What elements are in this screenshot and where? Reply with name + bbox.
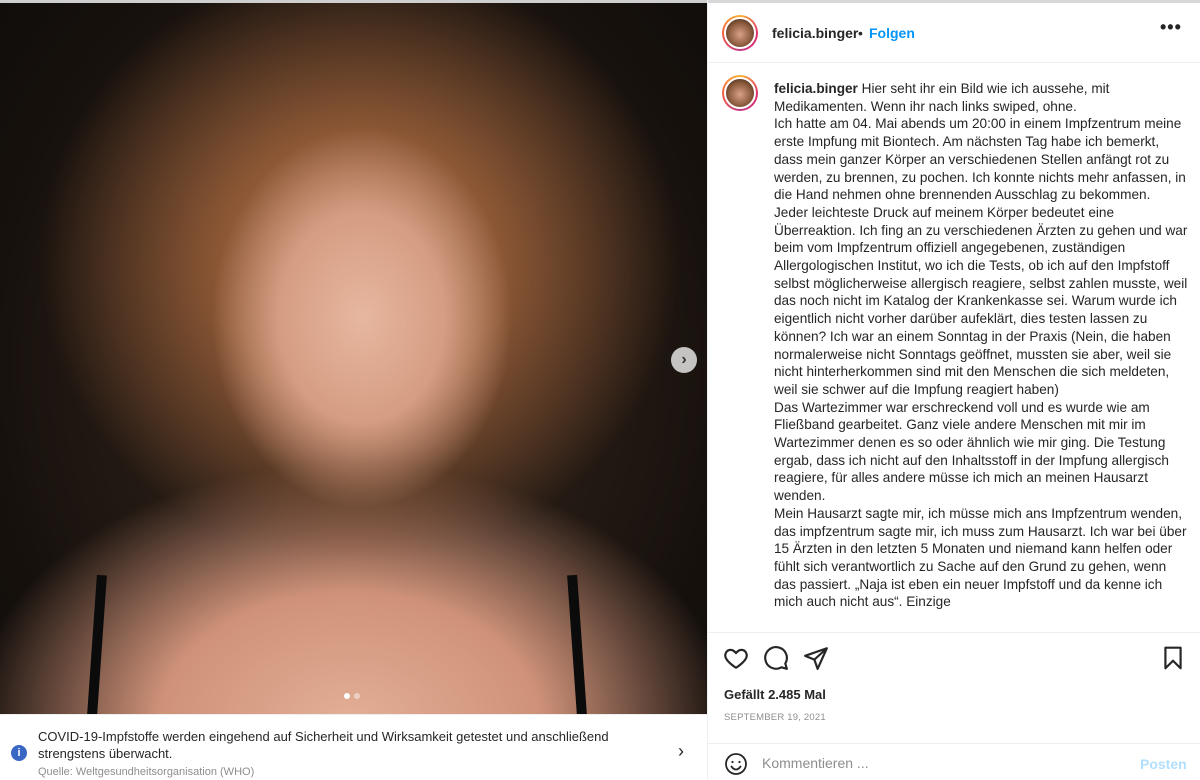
likes-count[interactable]: Gefällt 2.485 Mal	[724, 687, 826, 702]
avatar[interactable]	[722, 75, 758, 111]
heart-icon[interactable]	[723, 645, 749, 671]
separator-dot: •	[858, 25, 863, 41]
post-date: SEPTEMBER 19, 2021	[724, 712, 826, 723]
comment-input[interactable]	[762, 752, 1122, 774]
share-icon[interactable]	[803, 645, 829, 671]
comment-icon[interactable]	[763, 645, 789, 671]
carousel-next-button[interactable]: ›	[671, 347, 697, 373]
username-link[interactable]: felicia.binger	[772, 25, 858, 41]
carousel-dot	[354, 693, 360, 699]
emoji-icon[interactable]	[724, 752, 748, 776]
post-media: ›	[0, 0, 707, 714]
bookmark-icon[interactable]	[1160, 645, 1186, 671]
covid-source: Quelle: Weltgesundheitsorganisation (WHO…	[38, 766, 255, 778]
caption-username[interactable]: felicia.binger	[774, 81, 858, 96]
post-photo	[0, 3, 707, 714]
caption-paragraph: Das Wartezimmer war erschreckend voll un…	[774, 399, 1169, 504]
caption-paragraph: Ich hatte am 04. Mai abends um 20:00 in …	[774, 116, 1188, 397]
post-header: felicia.binger • Folgen •••	[708, 3, 1200, 63]
post-side-panel: felicia.binger • Folgen ••• felicia.bing…	[707, 0, 1200, 780]
info-icon: i	[11, 745, 27, 761]
avatar[interactable]	[722, 15, 758, 51]
caption-paragraph: felicia.binger Hier seht ihr ein Bild wi…	[774, 80, 1188, 115]
covid-info-banner[interactable]: i COVID-19-Impfstoffe werden eingehend a…	[0, 714, 707, 780]
carousel-dot-active	[344, 693, 350, 699]
comment-bar: Posten	[708, 743, 1200, 780]
follow-button[interactable]: Folgen	[869, 25, 915, 41]
caption-text: felicia.binger Hier seht ihr ein Bild wi…	[774, 80, 1188, 611]
post-comment-button[interactable]: Posten	[1140, 756, 1187, 772]
post-actions: Gefällt 2.485 Mal SEPTEMBER 19, 2021 Pos…	[708, 632, 1200, 780]
more-options-icon[interactable]: •••	[1160, 17, 1182, 38]
covid-message: COVID-19-Impfstoffe werden eingehend auf…	[38, 729, 609, 761]
caption-paragraph: Mein Hausarzt sagte mir, ich müsse mich …	[774, 505, 1187, 610]
carousel-indicator	[344, 693, 360, 699]
caption-area[interactable]: felicia.binger Hier seht ihr ein Bild wi…	[708, 64, 1200, 632]
chevron-right-icon[interactable]: ›	[678, 741, 684, 762]
